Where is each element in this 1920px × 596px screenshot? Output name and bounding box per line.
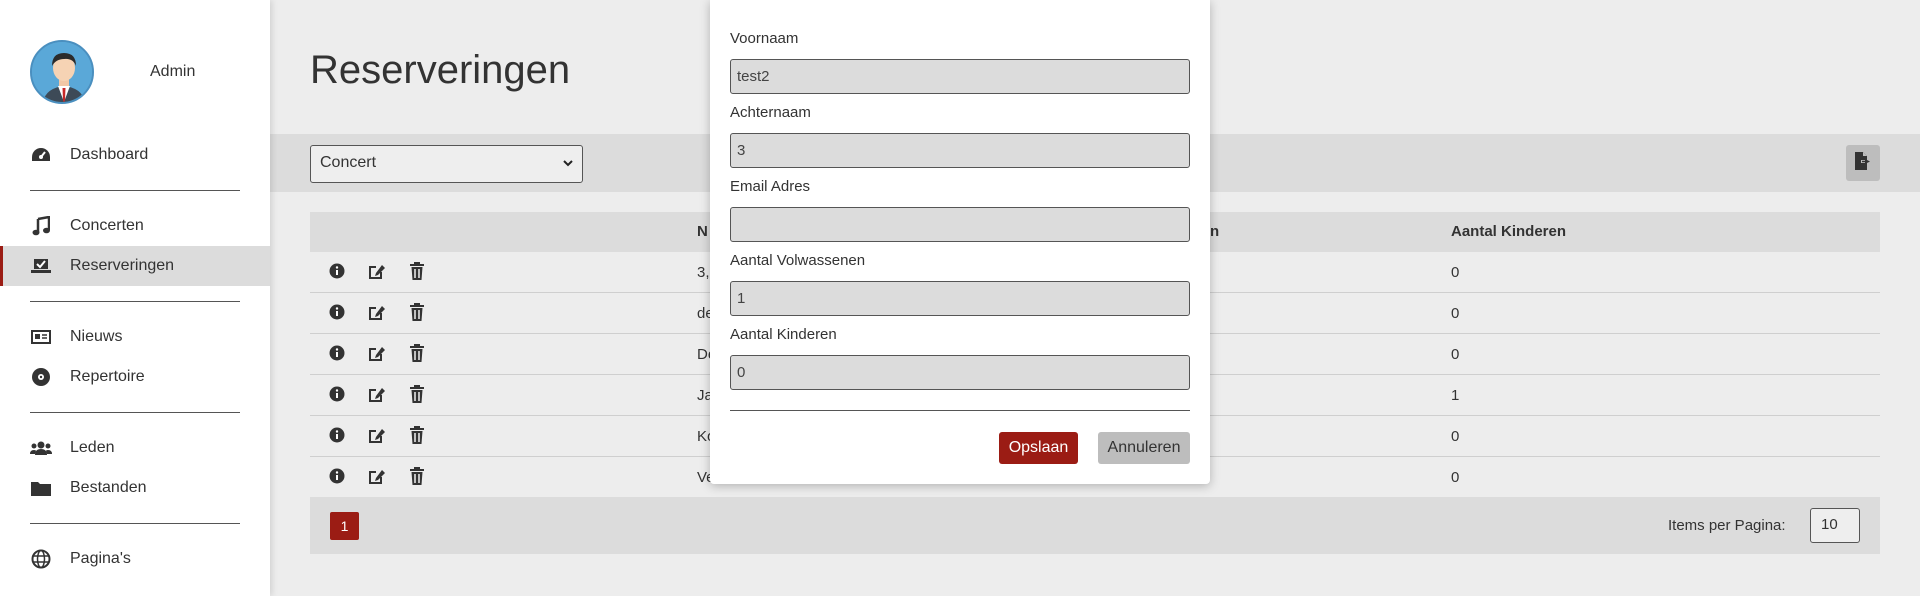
nav-divider: [30, 523, 240, 524]
column-header-kids: Aantal Kinderen: [1451, 223, 1567, 240]
kinderen-field[interactable]: 0: [730, 355, 1190, 390]
cell-name: 3,: [697, 264, 710, 281]
email-field[interactable]: [730, 207, 1190, 242]
ticket-check-icon: [30, 255, 52, 277]
profile-name: Admin: [150, 63, 196, 80]
voornaam-label: Voornaam: [730, 30, 799, 47]
cell-kids: 0: [1451, 346, 1460, 363]
sidebar-item-label: Bestanden: [70, 479, 147, 496]
nav-divider: [30, 412, 240, 413]
cell-kids: 0: [1451, 428, 1460, 445]
concert-select[interactable]: Concert: [310, 145, 583, 183]
info-icon[interactable]: [328, 426, 346, 444]
chevron-down-icon: [562, 156, 574, 174]
dashboard-icon: [30, 144, 52, 166]
sidebar-item-concerten[interactable]: Concerten: [0, 206, 270, 246]
info-icon[interactable]: [328, 344, 346, 362]
sidebar-item-label: Dashboard: [70, 146, 149, 163]
users-icon: [30, 437, 52, 459]
globe-icon: [30, 548, 52, 570]
trash-icon[interactable]: [408, 262, 426, 280]
edit-icon[interactable]: [368, 344, 386, 362]
sidebar-item-bestanden[interactable]: Bestanden: [0, 468, 270, 508]
music-note-icon: [30, 215, 52, 237]
volwassenen-field[interactable]: 1: [730, 281, 1190, 316]
sidebar-item-paginas[interactable]: Pagina's: [0, 539, 270, 579]
sidebar-item-label: Repertoire: [70, 368, 145, 385]
page-button[interactable]: 1: [330, 512, 359, 540]
trash-icon[interactable]: [408, 467, 426, 485]
edit-icon[interactable]: [368, 262, 386, 280]
sidebar-item-label: Reserveringen: [70, 257, 175, 274]
edit-icon[interactable]: [368, 467, 386, 485]
volwassenen-label: Aantal Volwassenen: [730, 252, 866, 269]
trash-icon[interactable]: [408, 426, 426, 444]
sidebar-item-dashboard[interactable]: Dashboard: [0, 135, 270, 175]
profile: Admin: [30, 40, 195, 104]
trash-icon[interactable]: [408, 344, 426, 362]
edit-icon[interactable]: [368, 385, 386, 403]
sidebar-item-label: Leden: [70, 439, 115, 456]
achternaam-field[interactable]: 3: [730, 133, 1190, 168]
column-header-adults: n: [1210, 223, 1220, 240]
sidebar-item-reserveringen[interactable]: Reserveringen: [0, 246, 270, 286]
edit-icon[interactable]: [368, 303, 386, 321]
folder-icon: [30, 477, 52, 499]
sidebar-item-repertoire[interactable]: Repertoire: [0, 357, 270, 397]
cell-kids: 0: [1451, 264, 1460, 281]
info-icon[interactable]: [328, 303, 346, 321]
nav-divider: [30, 190, 240, 191]
save-button[interactable]: Opslaan: [999, 432, 1078, 464]
page-title: Reserveringen: [310, 48, 571, 92]
sidebar-item-label: Concerten: [70, 217, 144, 234]
items-per-page-input[interactable]: 10: [1810, 508, 1860, 543]
achternaam-label: Achternaam: [730, 104, 811, 121]
sidebar-item-leden[interactable]: Leden: [0, 428, 270, 468]
cell-kids: 0: [1451, 469, 1460, 486]
edit-reservation-modal: Voornaam test2 Achternaam 3 Email Adres …: [710, 0, 1210, 484]
sidebar-item-label: Nieuws: [70, 328, 123, 345]
cell-kids: 1: [1451, 387, 1460, 404]
export-button[interactable]: [1846, 145, 1880, 181]
nav-divider: [30, 301, 240, 302]
info-icon[interactable]: [328, 385, 346, 403]
file-export-icon: [1853, 151, 1873, 176]
items-per-page-label: Items per Pagina:: [1668, 517, 1786, 534]
email-label: Email Adres: [730, 178, 811, 195]
sidebar: Admin Dashboard Concerten Reserveringen …: [0, 0, 270, 596]
avatar: [30, 40, 94, 104]
kinderen-label: Aantal Kinderen: [730, 326, 837, 343]
modal-divider: [730, 410, 1190, 411]
voornaam-field[interactable]: test2: [730, 59, 1190, 94]
newspaper-icon: [30, 326, 52, 348]
concert-select-value: Concert: [320, 154, 377, 171]
trash-icon[interactable]: [408, 303, 426, 321]
cell-kids: 0: [1451, 305, 1460, 322]
info-icon[interactable]: [328, 467, 346, 485]
edit-icon[interactable]: [368, 426, 386, 444]
sidebar-item-label: Pagina's: [70, 550, 131, 567]
info-icon[interactable]: [328, 262, 346, 280]
record-disc-icon: [30, 366, 52, 388]
column-header-name: N: [697, 223, 708, 240]
sidebar-item-nieuws[interactable]: Nieuws: [0, 317, 270, 357]
cancel-button[interactable]: Annuleren: [1098, 432, 1190, 464]
pagination-bar: 1 Items per Pagina: 10: [310, 497, 1880, 554]
trash-icon[interactable]: [408, 385, 426, 403]
